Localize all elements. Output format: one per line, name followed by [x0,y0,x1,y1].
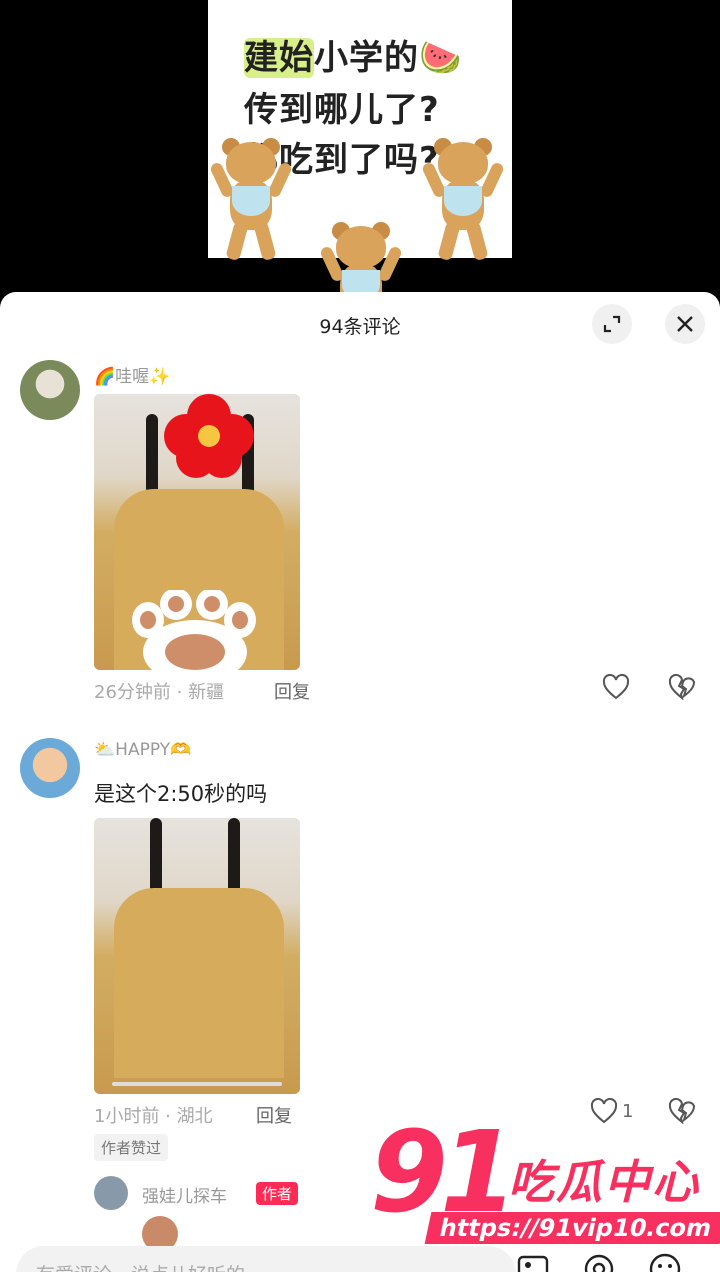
comment-text: 是这个2:50秒的吗 [94,782,268,806]
author-liked-badge: 作者赞过 [94,1134,169,1161]
flower-sticker-icon [164,394,254,478]
expand-icon [603,315,621,333]
avatar[interactable] [20,738,80,798]
broken-heart-icon [668,673,696,701]
reply-button[interactable]: 回复 [256,1102,292,1128]
watermark-brand: 吃瓜中心 [508,1155,700,1209]
author-tag: 作者 [256,1182,299,1205]
comment-username[interactable]: 🌈哇喔✨ [94,362,170,387]
comment-time-location: 1小时前 · 湖北 [94,1106,213,1127]
comment-video-thumbnail[interactable] [94,818,300,1094]
paw-sticker-icon [132,590,256,670]
video-caption-line-1: 建始小学的🍉 [244,38,463,78]
smiley-icon [649,1253,681,1272]
close-button[interactable] [665,304,705,344]
emoji-button[interactable] [648,1252,682,1272]
expand-button[interactable] [592,304,632,344]
dislike-button[interactable] [668,673,696,704]
like-button[interactable] [602,674,630,700]
video-caption-line-2: 传到哪儿了? [244,90,440,130]
site-watermark: 91 吃瓜中心 https://91vip10.com [368,1108,720,1254]
reply-username[interactable]: 强娃儿探车 [142,1182,227,1207]
comment-image[interactable] [94,394,300,670]
video-progress-bar[interactable] [112,1082,282,1086]
watermark-url: https://91vip10.com [424,1212,720,1244]
comment-time-location: 26分钟前 · 新疆 [94,682,225,703]
close-icon [677,316,693,332]
avatar[interactable] [94,1176,128,1210]
bear-sticker [208,138,294,262]
reply-button[interactable]: 回复 [274,678,310,704]
mention-button[interactable] [582,1252,616,1272]
bear-sticker [420,138,506,262]
heart-icon [602,674,630,700]
image-button[interactable] [516,1252,550,1272]
comment-username[interactable]: ⛅HAPPY🫶 [94,740,191,760]
at-icon [584,1254,614,1272]
avatar[interactable] [20,360,80,420]
image-icon [517,1255,549,1272]
video-player[interactable]: 建始小学的🍉 传到哪儿了? 都吃到了吗? [0,0,720,346]
